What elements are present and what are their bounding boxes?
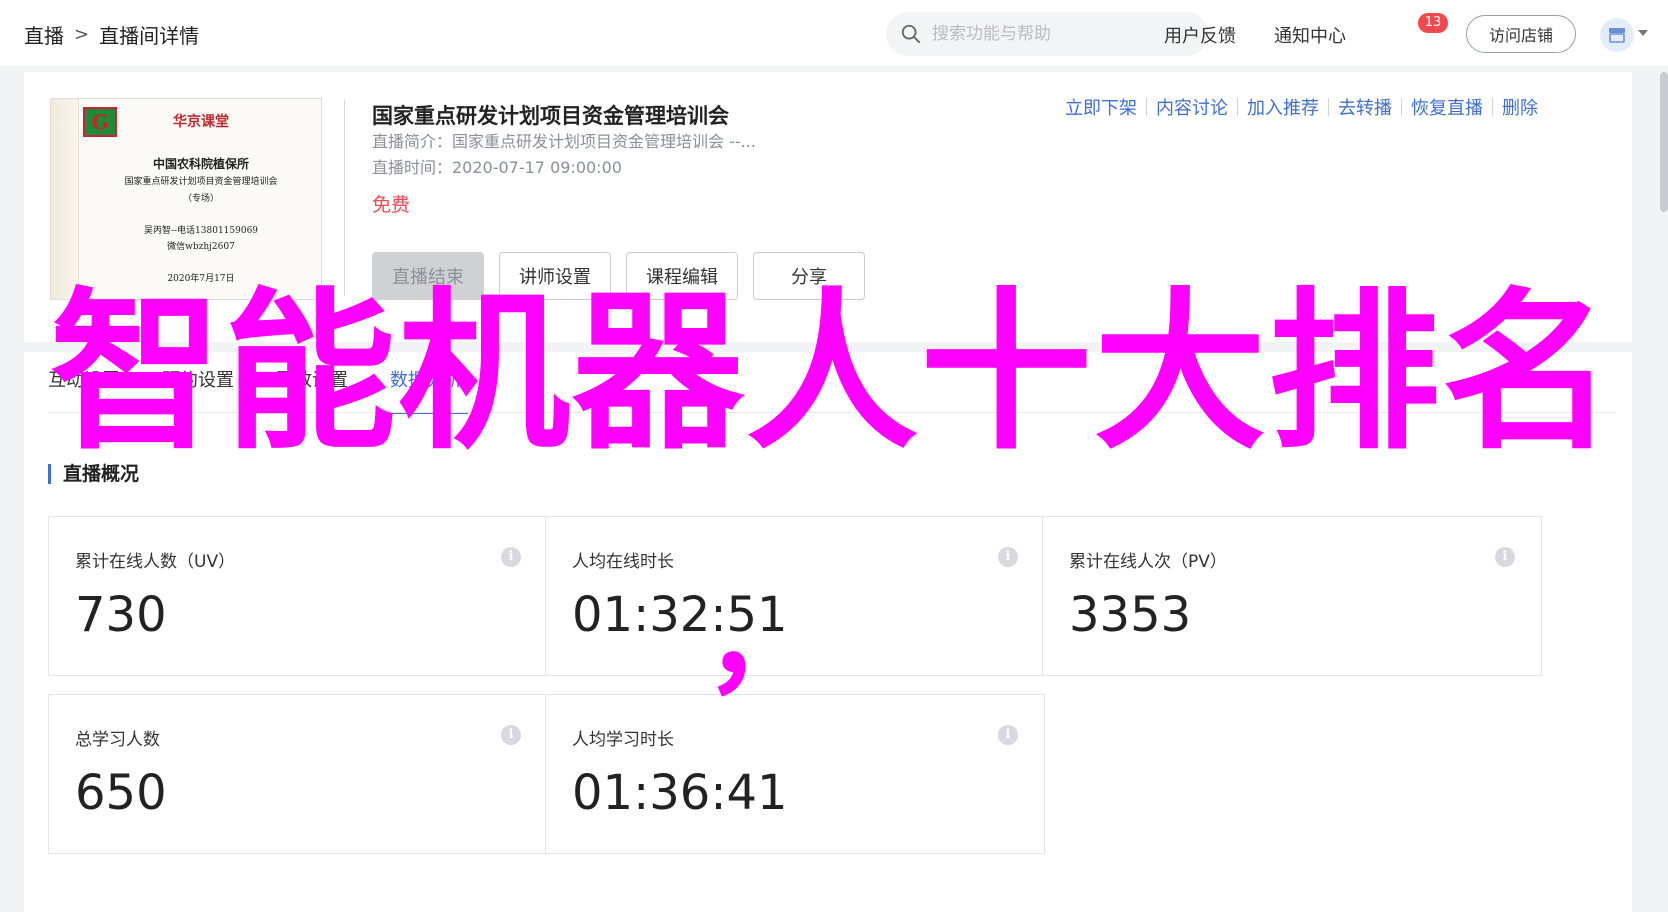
divider <box>1237 98 1238 116</box>
cover-contact2: 微信wbzhj2607 <box>167 242 235 252</box>
cover-binding-edge <box>51 99 79 299</box>
search-box <box>886 12 1208 56</box>
breadcrumb: 直播 > 直播间详情 <box>24 20 199 49</box>
stat-card: 累计在线人数（UV） 730 i <box>48 516 548 676</box>
stat-value: 01:36:41 <box>572 765 788 821</box>
info-icon[interactable]: i <box>501 547 521 567</box>
course-operations: 立即下架 内容讨论 加入推荐 去转播 恢复直播 删除 <box>1065 94 1538 120</box>
cover-org: 中国农科院植保所 <box>152 157 249 171</box>
store-avatar[interactable] <box>1600 18 1634 52</box>
overlay-headline: 智能机器人十大排名 <box>50 272 1616 473</box>
cover-line1: 国家重点研发计划项目资金管理培训会 <box>124 177 278 187</box>
store-icon <box>1609 28 1625 43</box>
cover-contact1: 吴丙智--电话13801159069 <box>143 226 259 236</box>
unlist-link[interactable]: 立即下架 <box>1065 94 1137 120</box>
search-input[interactable] <box>932 24 1192 44</box>
feedback-link[interactable]: 用户反馈 <box>1164 22 1236 48</box>
course-time: 直播时间：2020-07-17 09:00:00 <box>372 158 622 177</box>
divider <box>1328 98 1329 116</box>
stat-value: 730 <box>75 587 167 643</box>
stat-value: 650 <box>75 765 167 821</box>
info-icon[interactable]: i <box>501 725 521 745</box>
stat-label: 累计在线人次（PV） <box>1069 552 1227 572</box>
course-price: 免费 <box>372 194 411 216</box>
rebroadcast-link[interactable]: 去转播 <box>1338 94 1392 120</box>
stat-label: 累计在线人数（UV） <box>75 552 236 572</box>
info-icon[interactable]: i <box>998 725 1018 745</box>
stat-card: 人均学习时长 01:36:41 i <box>545 694 1045 854</box>
divider <box>1146 98 1147 116</box>
top-header: 直播 > 直播间详情 用户反馈 通知中心 13 访问店铺 <box>0 0 1668 66</box>
search-icon <box>901 24 921 44</box>
breadcrumb-live[interactable]: 直播 <box>24 20 64 49</box>
overlay-comma: ， <box>704 571 824 710</box>
stat-label: 人均学习时长 <box>572 730 674 750</box>
notification-center-link[interactable]: 通知中心 <box>1274 22 1346 48</box>
stat-card: 总学习人数 650 i <box>48 694 548 854</box>
breadcrumb-room-detail: 直播间详情 <box>99 24 200 48</box>
cover-line2: （专场） <box>182 194 219 204</box>
chevron-down-icon[interactable] <box>1638 30 1648 36</box>
course-intro: 直播简介：国家重点研发计划项目资金管理培训会 --... <box>372 132 756 151</box>
delete-link[interactable]: 删除 <box>1502 94 1538 120</box>
info-icon[interactable]: i <box>1495 547 1515 567</box>
cover-brand: 华京课堂 <box>173 114 229 130</box>
divider <box>1401 98 1402 116</box>
info-icon[interactable]: i <box>998 547 1018 567</box>
discussion-link[interactable]: 内容讨论 <box>1156 94 1228 120</box>
stat-label: 总学习人数 <box>75 730 160 750</box>
page-scrollbar[interactable] <box>1660 72 1668 212</box>
stat-card: 累计在线人次（PV） 3353 i <box>1042 516 1542 676</box>
stat-label: 人均在线时长 <box>572 552 674 572</box>
divider <box>344 100 345 296</box>
resume-live-link[interactable]: 恢复直播 <box>1411 94 1483 120</box>
divider <box>1492 98 1493 116</box>
notification-count-badge: 13 <box>1418 13 1448 33</box>
course-title: 国家重点研发计划项目资金管理培训会 <box>372 104 729 128</box>
breadcrumb-separator: > <box>74 24 90 45</box>
course-cover-image: G 华京课堂 中国农科院植保所 国家重点研发计划项目资金管理培训会 （专场） 吴… <box>50 98 322 300</box>
recommend-link[interactable]: 加入推荐 <box>1247 94 1319 120</box>
visit-store-button[interactable]: 访问店铺 <box>1466 15 1576 53</box>
stat-value: 3353 <box>1069 587 1192 643</box>
